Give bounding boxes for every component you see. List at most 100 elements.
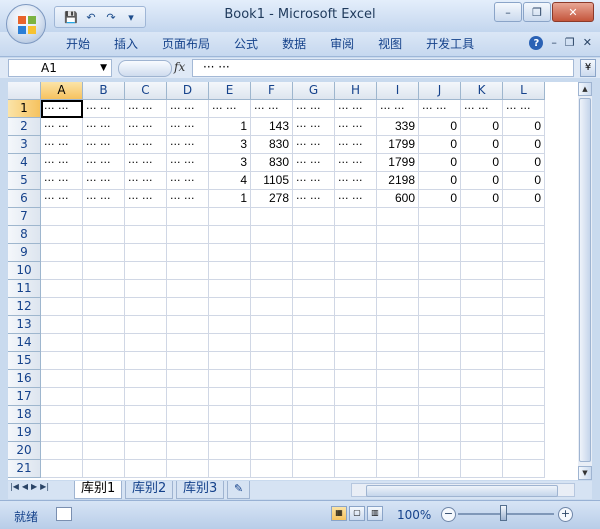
cell-l16[interactable] [503, 370, 545, 388]
cell-k17[interactable] [461, 388, 503, 406]
cell-a9[interactable] [41, 244, 83, 262]
cell-f3[interactable]: 830 [251, 136, 293, 154]
cell-g4[interactable]: ··· ··· [293, 154, 335, 172]
cell-g16[interactable] [293, 370, 335, 388]
cell-e6[interactable]: 1 [209, 190, 251, 208]
cell-b18[interactable] [83, 406, 125, 424]
cell-i1[interactable]: ··· ··· [377, 100, 419, 118]
row-header-19[interactable]: 19 [8, 424, 41, 442]
cell-a13[interactable] [41, 316, 83, 334]
cell-a12[interactable] [41, 298, 83, 316]
cell-i19[interactable] [377, 424, 419, 442]
insert-function-icon[interactable]: fx [174, 60, 185, 74]
cell-d17[interactable] [167, 388, 209, 406]
cell-f14[interactable] [251, 334, 293, 352]
formula-bar-handle[interactable] [118, 60, 172, 77]
cell-j10[interactable] [419, 262, 461, 280]
row-header-20[interactable]: 20 [8, 442, 41, 460]
cell-c1[interactable]: ··· ··· [125, 100, 167, 118]
cell-a19[interactable] [41, 424, 83, 442]
zoom-out-icon[interactable]: − [441, 507, 456, 522]
cell-f19[interactable] [251, 424, 293, 442]
cell-d5[interactable]: ··· ··· [167, 172, 209, 190]
cell-g20[interactable] [293, 442, 335, 460]
cell-h6[interactable]: ··· ··· [335, 190, 377, 208]
cell-g14[interactable] [293, 334, 335, 352]
row-header-13[interactable]: 13 [8, 316, 41, 334]
row-header-16[interactable]: 16 [8, 370, 41, 388]
cell-h2[interactable]: ··· ··· [335, 118, 377, 136]
cell-k13[interactable] [461, 316, 503, 334]
cell-d3[interactable]: ··· ··· [167, 136, 209, 154]
workbook-restore-button[interactable]: ❐ [565, 36, 575, 50]
cell-i17[interactable] [377, 388, 419, 406]
cell-d1[interactable]: ··· ··· [167, 100, 209, 118]
cell-i16[interactable] [377, 370, 419, 388]
cell-l13[interactable] [503, 316, 545, 334]
tab-insert[interactable]: 插入 [102, 36, 150, 52]
sheet-tab-1[interactable]: 库别1 [74, 481, 123, 499]
cell-d12[interactable] [167, 298, 209, 316]
close-button[interactable]: ✕ [552, 2, 594, 22]
cell-a6[interactable]: ··· ··· [41, 190, 83, 208]
tab-developer[interactable]: 开发工具 [414, 36, 486, 52]
cell-e3[interactable]: 3 [209, 136, 251, 154]
cell-b12[interactable] [83, 298, 125, 316]
cell-g21[interactable] [293, 460, 335, 478]
cell-j16[interactable] [419, 370, 461, 388]
cell-b7[interactable] [83, 208, 125, 226]
cell-d11[interactable] [167, 280, 209, 298]
cell-e4[interactable]: 3 [209, 154, 251, 172]
cell-l15[interactable] [503, 352, 545, 370]
cell-j4[interactable]: 0 [419, 154, 461, 172]
cell-g10[interactable] [293, 262, 335, 280]
zoom-level[interactable]: 100% [397, 508, 431, 522]
cell-a1[interactable]: ··· ··· [41, 100, 83, 118]
cell-l18[interactable] [503, 406, 545, 424]
cell-b17[interactable] [83, 388, 125, 406]
cell-h16[interactable] [335, 370, 377, 388]
cell-c16[interactable] [125, 370, 167, 388]
cell-i5[interactable]: 2198 [377, 172, 419, 190]
row-header-3[interactable]: 3 [8, 136, 41, 154]
cell-l7[interactable] [503, 208, 545, 226]
cell-c5[interactable]: ··· ··· [125, 172, 167, 190]
cell-c4[interactable]: ··· ··· [125, 154, 167, 172]
cell-h19[interactable] [335, 424, 377, 442]
cell-d13[interactable] [167, 316, 209, 334]
cell-h14[interactable] [335, 334, 377, 352]
cell-d16[interactable] [167, 370, 209, 388]
cell-b1[interactable]: ··· ··· [83, 100, 125, 118]
cell-i18[interactable] [377, 406, 419, 424]
cell-g13[interactable] [293, 316, 335, 334]
cell-c8[interactable] [125, 226, 167, 244]
cell-e1[interactable]: ··· ··· [209, 100, 251, 118]
cell-i10[interactable] [377, 262, 419, 280]
row-header-2[interactable]: 2 [8, 118, 41, 136]
cell-c3[interactable]: ··· ··· [125, 136, 167, 154]
cell-d19[interactable] [167, 424, 209, 442]
cell-e18[interactable] [209, 406, 251, 424]
horizontal-scrollbar[interactable] [351, 483, 575, 497]
cell-e5[interactable]: 4 [209, 172, 251, 190]
row-header-5[interactable]: 5 [8, 172, 41, 190]
cell-k16[interactable] [461, 370, 503, 388]
cell-a21[interactable] [41, 460, 83, 478]
cell-i2[interactable]: 339 [377, 118, 419, 136]
expand-formula-bar-button[interactable]: ¥ [580, 59, 596, 77]
row-header-9[interactable]: 9 [8, 244, 41, 262]
row-header-7[interactable]: 7 [8, 208, 41, 226]
cell-j7[interactable] [419, 208, 461, 226]
cell-b3[interactable]: ··· ··· [83, 136, 125, 154]
cell-e9[interactable] [209, 244, 251, 262]
cell-g7[interactable] [293, 208, 335, 226]
cell-b16[interactable] [83, 370, 125, 388]
last-sheet-icon[interactable]: ▶| [40, 482, 49, 491]
cell-j18[interactable] [419, 406, 461, 424]
cell-a5[interactable]: ··· ··· [41, 172, 83, 190]
cell-e13[interactable] [209, 316, 251, 334]
cell-e14[interactable] [209, 334, 251, 352]
cell-l8[interactable] [503, 226, 545, 244]
cell-j11[interactable] [419, 280, 461, 298]
cell-g18[interactable] [293, 406, 335, 424]
